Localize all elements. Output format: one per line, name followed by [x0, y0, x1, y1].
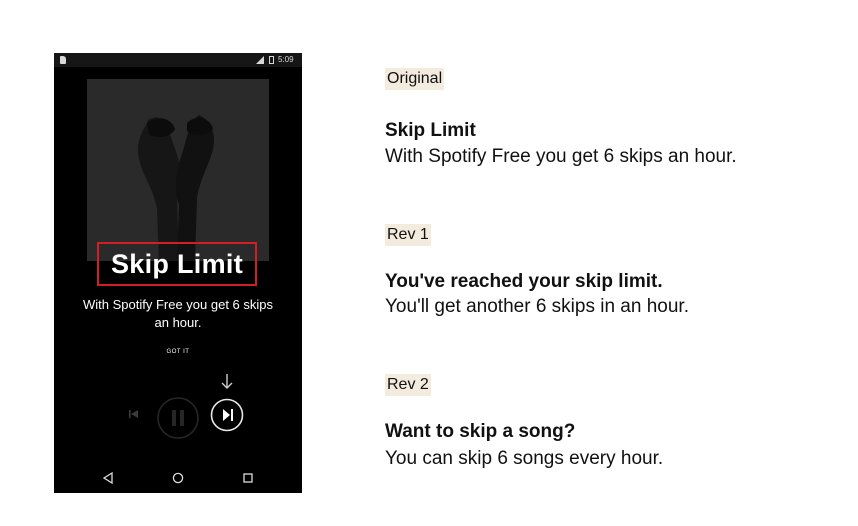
phone-screenshot: 5:09 Skip Limit With Spotify Free you ge…: [54, 53, 302, 493]
down-arrow-icon: [221, 374, 233, 389]
battery-icon: [269, 56, 274, 64]
version-title-rev1: You've reached your skip limit.: [385, 271, 663, 292]
version-body-rev2: You can skip 6 songs every hour.: [385, 448, 664, 469]
signal-icon: [256, 56, 264, 64]
android-nav-bar: [54, 463, 302, 493]
status-bar: 5:09: [54, 53, 302, 67]
skip-limit-callout: Skip Limit: [97, 242, 257, 286]
status-time: 5:09: [278, 55, 294, 64]
dialog-title: Skip Limit: [110, 248, 243, 279]
got-it-button[interactable]: GOT IT: [54, 349, 302, 355]
previous-icon[interactable]: [128, 408, 140, 420]
dialog-subtitle: With Spotify Free you get 6 skips an hou…: [82, 297, 274, 330]
home-nav-icon[interactable]: [172, 471, 184, 489]
version-label-original: Original: [385, 68, 445, 90]
pause-icon[interactable]: [156, 396, 200, 440]
version-label-rev1: Rev 1: [385, 224, 431, 246]
version-title-original: Skip Limit: [385, 120, 476, 141]
version-body-original: With Spotify Free you get 6 skips an hou…: [385, 146, 737, 167]
back-nav-icon[interactable]: [102, 471, 114, 489]
version-title-rev2: Want to skip a song?: [385, 421, 576, 442]
version-label-rev2: Rev 2: [385, 374, 431, 396]
album-art: [87, 79, 269, 261]
version-body-rev1: You'll get another 6 skips in an hour.: [385, 296, 689, 317]
recents-nav-icon[interactable]: [242, 471, 254, 489]
next-icon[interactable]: [210, 398, 244, 432]
sd-card-icon: [60, 56, 66, 64]
